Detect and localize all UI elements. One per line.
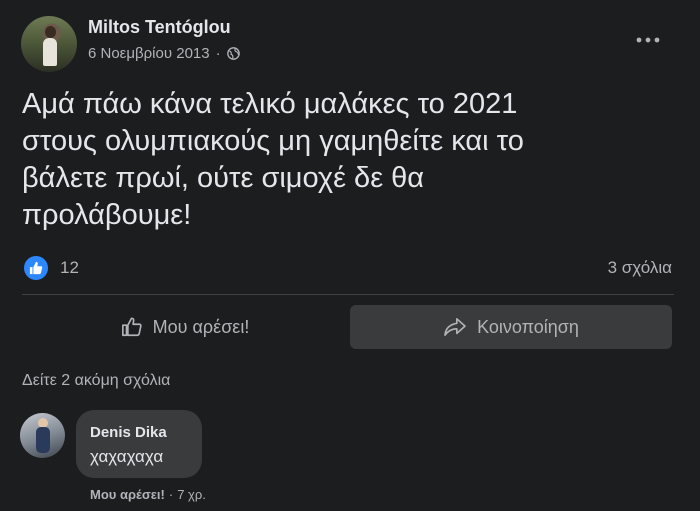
avatar-figure-body	[43, 38, 57, 66]
share-arrow-icon	[444, 318, 466, 336]
comment-author-name[interactable]: Denis Dika	[90, 424, 167, 441]
comment-time[interactable]: 7 χρ.	[177, 487, 206, 502]
post-text: Αμά πάω κάνα τελικό μαλάκες το 2021 στου…	[22, 88, 524, 231]
author-name[interactable]: Miltos Tentóglou	[88, 17, 231, 38]
globe-icon[interactable]	[226, 47, 240, 60]
comment-text: χαχαχαχα	[90, 447, 164, 466]
comment-bubble: Denis Dika χαχαχαχα	[76, 410, 202, 478]
comments-count[interactable]: 3 σχόλια	[608, 258, 672, 278]
post-card: Miltos Tentóglou 6 Νοεμβρίου 2013 · Αμά …	[0, 0, 700, 511]
post-date[interactable]: 6 Νοεμβρίου 2013	[88, 45, 210, 62]
meta-separator: ·	[215, 45, 221, 62]
comment-meta-separator: ·	[168, 487, 174, 502]
comment-actions: Μου αρέσει! · 7 χρ.	[90, 487, 206, 502]
view-more-comments[interactable]: Δείτε 2 ακόμη σχόλια	[22, 372, 170, 390]
more-options-button[interactable]	[630, 25, 666, 55]
comment-author-avatar[interactable]	[20, 413, 65, 458]
like-icon[interactable]	[24, 256, 48, 280]
more-horizontal-icon	[636, 37, 660, 43]
thumbs-up-icon	[121, 317, 142, 337]
avatar-figure-head	[45, 26, 56, 38]
comment-avatar-figure-body	[36, 427, 50, 453]
comment-like-button[interactable]: Μου αρέσει!	[90, 487, 165, 502]
like-button[interactable]: Μου αρέσει!	[22, 305, 348, 349]
post-meta: 6 Νοεμβρίου 2013 ·	[88, 45, 240, 62]
reaction-count[interactable]: 12	[60, 258, 79, 278]
divider	[22, 294, 674, 295]
author-avatar[interactable]	[21, 16, 77, 72]
like-button-label: Μου αρέσει!	[152, 316, 250, 337]
share-button[interactable]: Κοινοποίηση	[350, 305, 672, 349]
share-button-label: Κοινοποίηση	[477, 316, 579, 337]
